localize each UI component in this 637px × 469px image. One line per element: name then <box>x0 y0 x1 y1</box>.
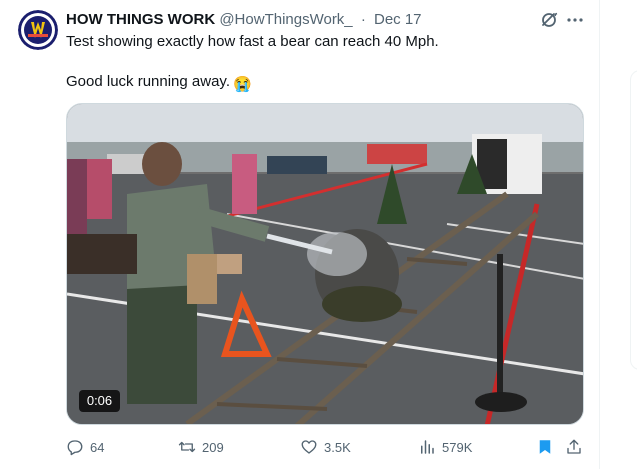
tweet-header: HOW THINGS WORK @HowThingsWork_ · Dec 17 <box>66 10 586 30</box>
separator-dot: · <box>360 11 366 28</box>
like-button[interactable]: 3.5K <box>300 436 351 458</box>
author-name[interactable]: HOW THINGS WORK <box>66 11 215 28</box>
crying-emoji: 😭 <box>232 76 252 93</box>
tweet-text: Test showing exactly how fast a bear can… <box>66 32 586 95</box>
retweet-count: 209 <box>202 439 224 455</box>
grok-icon[interactable] <box>539 10 559 30</box>
retweet-icon <box>178 441 196 453</box>
author-handle[interactable]: @HowThingsWork_ <box>219 11 352 28</box>
video-overlay <box>67 104 583 424</box>
sidebar-card-edge <box>630 70 637 370</box>
avatar[interactable] <box>18 10 58 50</box>
video-timestamp: 0:06 <box>79 390 120 412</box>
share-icon <box>567 439 581 454</box>
reply-button[interactable]: 64 <box>66 436 104 458</box>
bookmark-icon <box>539 440 551 454</box>
tweet-text-line1: Test showing exactly how fast a bear can… <box>66 33 439 50</box>
more-icon[interactable] <box>565 10 585 30</box>
reply-count: 64 <box>90 439 105 455</box>
share-button[interactable] <box>565 436 589 458</box>
action-bar: 64 209 3.5K 579K <box>66 436 586 458</box>
tweet-text-line2-content: Good luck running away. <box>66 73 230 90</box>
retweet-button[interactable]: 209 <box>178 436 224 458</box>
avatar-logo <box>18 10 58 50</box>
video-player[interactable] <box>66 103 584 425</box>
tweet-text-line2: Good luck running away. 😭 <box>66 72 586 95</box>
bookmark-button[interactable] <box>536 436 560 458</box>
tweet-article[interactable]: HOW THINGS WORK @HowThingsWork_ · Dec 17… <box>0 0 600 469</box>
views-count: 579K <box>442 439 473 455</box>
views-button[interactable]: 579K <box>418 436 472 458</box>
reply-icon <box>67 440 83 456</box>
views-icon <box>421 440 434 454</box>
tweet-date[interactable]: Dec 17 <box>374 11 422 28</box>
like-icon <box>301 440 317 454</box>
like-count: 3.5K <box>324 439 351 455</box>
